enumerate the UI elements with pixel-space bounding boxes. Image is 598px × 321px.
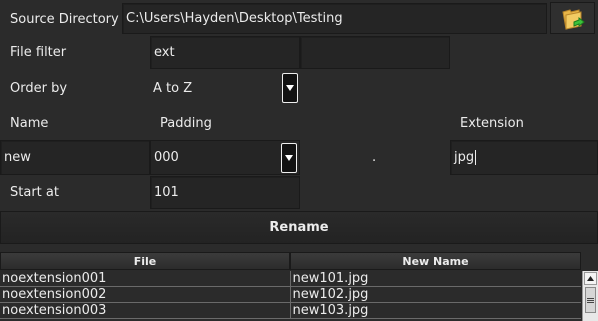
padding-dropdown[interactable]: 000 — [150, 140, 300, 175]
name-header: Name — [10, 115, 49, 131]
folder-icon — [561, 9, 585, 30]
table-scrollbar[interactable] — [582, 271, 598, 321]
file-cell: noextension003 — [0, 303, 291, 319]
table-row[interactable]: noextension003 new103.jpg — [0, 303, 581, 319]
file-cell: noextension001 — [0, 271, 291, 287]
scroll-thumb[interactable] — [585, 287, 596, 313]
browse-button[interactable] — [550, 2, 595, 34]
extension-header: Extension — [460, 115, 524, 131]
extension-input[interactable]: jpg — [450, 140, 598, 175]
file-table: File New Name noextension001 new101.jpg … — [0, 252, 598, 321]
rename-button[interactable]: Rename — [0, 211, 598, 244]
order-by-chevron-down-icon[interactable] — [282, 73, 298, 103]
table-row[interactable]: noextension002 new102.jpg — [0, 287, 581, 303]
new-name-cell: new103.jpg — [290, 303, 581, 319]
file-filter-input[interactable]: ext — [150, 36, 300, 69]
source-directory-input[interactable]: C:\Users\Hayden\Desktop\Testing — [122, 3, 547, 34]
padding-value: 000 — [154, 150, 179, 165]
new-name-cell: new102.jpg — [290, 287, 581, 303]
start-at-input[interactable]: 101 — [150, 176, 300, 209]
extension-dot: . — [372, 150, 377, 165]
padding-header: Padding — [160, 115, 212, 131]
extension-value: jpg — [454, 150, 475, 165]
source-directory-label: Source Directory — [10, 11, 119, 27]
text-cursor — [475, 150, 477, 165]
table-row[interactable]: noextension001 new101.jpg — [0, 271, 581, 287]
order-by-label: Order by — [10, 80, 68, 96]
order-by-dropdown[interactable]: A to Z — [150, 72, 300, 104]
scroll-up-arrow-icon[interactable] — [584, 272, 597, 285]
order-by-value: A to Z — [153, 80, 193, 96]
new-name-cell: new101.jpg — [290, 271, 581, 287]
start-at-label: Start at — [10, 185, 59, 200]
file-filter-secondary-input[interactable] — [300, 36, 450, 69]
padding-chevron-down-icon[interactable] — [281, 142, 297, 173]
column-header-new-name[interactable]: New Name — [290, 252, 581, 270]
name-input[interactable]: new — [0, 140, 150, 175]
file-cell: noextension002 — [0, 287, 291, 303]
column-header-file[interactable]: File — [0, 252, 290, 270]
file-filter-label: File filter — [10, 45, 67, 60]
